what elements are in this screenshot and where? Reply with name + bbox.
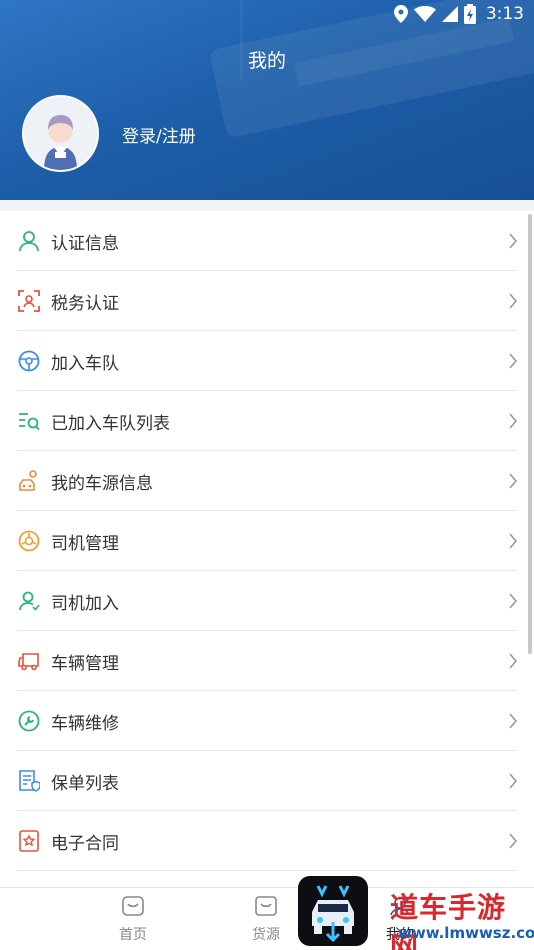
page-title: 我的 — [247, 50, 286, 72]
avatar[interactable] — [22, 95, 99, 172]
chevron-right-icon — [509, 293, 518, 309]
user-avatar-icon — [24, 97, 97, 170]
wheel-icon — [17, 529, 41, 553]
chevron-right-icon — [509, 833, 518, 849]
battery-icon — [463, 4, 476, 24]
menu-item-e-contract[interactable]: 电子合同 — [0, 811, 534, 871]
face-scan-icon — [17, 289, 41, 313]
chevron-right-icon — [509, 593, 518, 609]
steering-wheel-icon — [17, 349, 41, 373]
wifi-icon — [413, 6, 436, 22]
location-icon — [393, 5, 408, 23]
menu-item-label: 已加入车队列表 — [51, 413, 170, 434]
nav-label: 首页 — [119, 927, 147, 943]
menu-item-label: 司机管理 — [51, 533, 119, 554]
person-add-icon — [17, 589, 41, 613]
divider — [17, 870, 517, 871]
home-icon — [122, 896, 144, 916]
menu-item-join-fleet[interactable]: 加入车队 — [0, 331, 534, 391]
menu-item-label: 认证信息 — [51, 233, 119, 254]
scrollbar[interactable] — [528, 214, 532, 654]
truck-icon — [17, 649, 41, 673]
menu-item-label: 加入车队 — [51, 353, 119, 374]
chevron-right-icon — [509, 653, 518, 669]
profile-header: 3:13 我的 登录/注册 — [0, 0, 534, 200]
car-person-icon — [17, 469, 41, 493]
menu-item-tax-certification[interactable]: 税务认证 — [0, 271, 534, 331]
person-outline-icon — [17, 229, 41, 253]
menu-item-label: 保单列表 — [51, 773, 119, 794]
menu-item-vehicle-management[interactable]: 车辆管理 — [0, 631, 534, 691]
login-register-link[interactable]: 登录/注册 — [122, 122, 196, 147]
menu-item-driver-management[interactable]: 司机管理 — [0, 511, 534, 571]
car-logo-icon — [312, 885, 354, 943]
chevron-right-icon — [509, 233, 518, 249]
menu-item-certification[interactable]: 认证信息 — [0, 211, 534, 271]
list-search-icon — [17, 409, 41, 433]
menu-item-vehicle-repair[interactable]: 车辆维修 — [0, 691, 534, 751]
chevron-right-icon — [509, 773, 518, 789]
contract-icon — [17, 829, 41, 853]
menu-item-label: 电子合同 — [51, 833, 119, 854]
nav-item-cargo[interactable]: 货源 — [236, 896, 296, 944]
wrench-icon — [17, 709, 41, 733]
chevron-right-icon — [509, 473, 518, 489]
menu-item-driver-join[interactable]: 司机加入 — [0, 571, 534, 631]
nav-label: 货源 — [252, 927, 280, 943]
cargo-icon — [255, 896, 277, 916]
nav-item-home[interactable]: 首页 — [103, 896, 163, 944]
menu-item-label: 司机加入 — [51, 593, 119, 614]
menu-item-policy-list[interactable]: 保单列表 — [0, 751, 534, 811]
watermark-logo — [298, 876, 368, 946]
signal-icon — [441, 6, 458, 22]
menu-list: 认证信息 税务认证 加入车队 已加入车队列表 我的车源信息 司机管理 司机加入 … — [0, 211, 534, 887]
menu-item-label: 我的车源信息 — [51, 473, 153, 494]
chevron-right-icon — [509, 713, 518, 729]
chevron-right-icon — [509, 533, 518, 549]
chevron-right-icon — [509, 413, 518, 429]
menu-item-joined-fleet-list[interactable]: 已加入车队列表 — [0, 391, 534, 451]
chevron-right-icon — [509, 353, 518, 369]
status-time: 3:13 — [485, 4, 524, 24]
menu-item-label: 车辆维修 — [51, 713, 119, 734]
watermark-url: www.lmwwsz.com — [398, 924, 534, 942]
menu-item-label: 税务认证 — [51, 293, 119, 314]
menu-item-label: 车辆管理 — [51, 653, 119, 674]
policy-doc-icon — [17, 769, 41, 793]
status-bar: 3:13 — [0, 0, 534, 30]
menu-item-my-vehicle-source[interactable]: 我的车源信息 — [0, 451, 534, 511]
